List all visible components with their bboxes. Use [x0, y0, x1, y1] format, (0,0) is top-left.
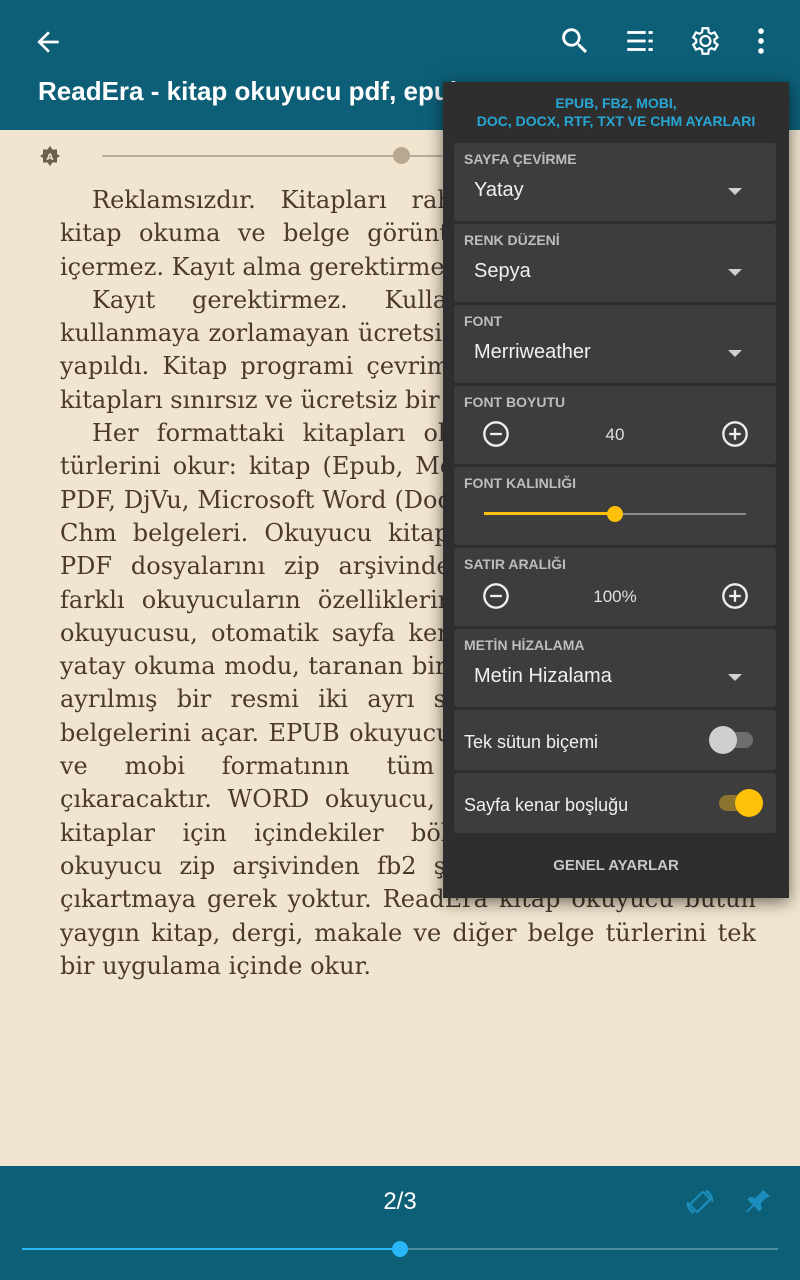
font-weight-slider: FONT KALINLIĞI	[454, 467, 776, 545]
chevron-down-icon	[728, 350, 742, 357]
single-column-row[interactable]: Tek sütun biçemi	[454, 710, 776, 770]
font-dropdown[interactable]: FONT Merriweather	[454, 305, 776, 383]
font-size-label: FONT BOYUTU	[464, 394, 566, 410]
more-vert-icon[interactable]	[744, 24, 778, 58]
panel-heading-line2: DOC, DOCX, RTF, TXT VE CHM AYARLARI	[476, 113, 756, 129]
book-title: ReadEra - kitap okuyucu pdf, epub	[38, 76, 466, 106]
search-icon[interactable]	[558, 24, 592, 58]
panel-heading: EPUB, FB2, MOBI, DOC, DOCX, RTF, TXT VE …	[443, 94, 789, 130]
progress-thumb[interactable]	[392, 1241, 408, 1257]
alignment-dropdown[interactable]: METİN HİZALAMA Metin Hizalama	[454, 629, 776, 707]
chevron-down-icon	[728, 674, 742, 681]
page-turn-label: SAYFA ÇEVİRME	[464, 151, 577, 167]
color-scheme-value: Sepya	[474, 260, 531, 282]
color-scheme-label: RENK DÜZENİ	[464, 232, 560, 248]
alignment-value: Metin Hizalama	[474, 665, 612, 687]
single-column-label: Tek sütun biçemi	[464, 732, 599, 752]
chevron-down-icon	[728, 188, 742, 195]
plus-circle-icon[interactable]	[721, 420, 749, 448]
contents-list-icon[interactable]	[623, 24, 657, 58]
font-label: FONT	[464, 313, 503, 329]
page-turn-dropdown[interactable]: SAYFA ÇEVİRME Yatay	[454, 143, 776, 221]
font-weight-label: FONT KALINLIĞI	[464, 475, 576, 491]
back-arrow-icon[interactable]	[32, 26, 64, 58]
alignment-label: METİN HİZALAMA	[464, 637, 585, 653]
progress-fill	[22, 1248, 400, 1250]
general-settings-button[interactable]: GENEL AYARLAR	[443, 857, 789, 874]
rotate-screen-icon[interactable]	[684, 1186, 716, 1218]
single-column-switch-thumb[interactable]	[709, 726, 737, 754]
font-value: Merriweather	[474, 341, 591, 363]
auto-brightness-icon[interactable]: A	[38, 144, 62, 168]
line-spacing-label: SATIR ARALIĞI	[464, 556, 566, 572]
settings-panel: EPUB, FB2, MOBI, DOC, DOCX, RTF, TXT VE …	[443, 82, 789, 898]
panel-heading-line1: EPUB, FB2, MOBI,	[555, 95, 677, 111]
plus-circle-icon[interactable]	[721, 582, 749, 610]
font-weight-thumb[interactable]	[607, 506, 623, 522]
font-size-stepper: FONT BOYUTU 40	[454, 386, 776, 464]
page-indicator: 2/3	[383, 1188, 417, 1215]
line-spacing-stepper: SATIR ARALIĞI 100%	[454, 548, 776, 626]
brightness-slider-track[interactable]	[102, 155, 442, 157]
font-weight-fill	[484, 512, 615, 515]
page-turn-value: Yatay	[474, 179, 524, 201]
page-margins-row[interactable]: Sayfa kenar boşluğu	[454, 773, 776, 833]
pin-icon[interactable]	[742, 1186, 774, 1218]
gear-icon[interactable]	[687, 24, 721, 58]
page-margins-switch-thumb[interactable]	[735, 789, 763, 817]
bottom-bar	[0, 1166, 800, 1280]
brightness-slider-thumb[interactable]	[393, 147, 410, 164]
svg-text:A: A	[47, 153, 54, 163]
chevron-down-icon	[728, 269, 742, 276]
color-scheme-dropdown[interactable]: RENK DÜZENİ Sepya	[454, 224, 776, 302]
page-margins-label: Sayfa kenar boşluğu	[464, 795, 629, 815]
